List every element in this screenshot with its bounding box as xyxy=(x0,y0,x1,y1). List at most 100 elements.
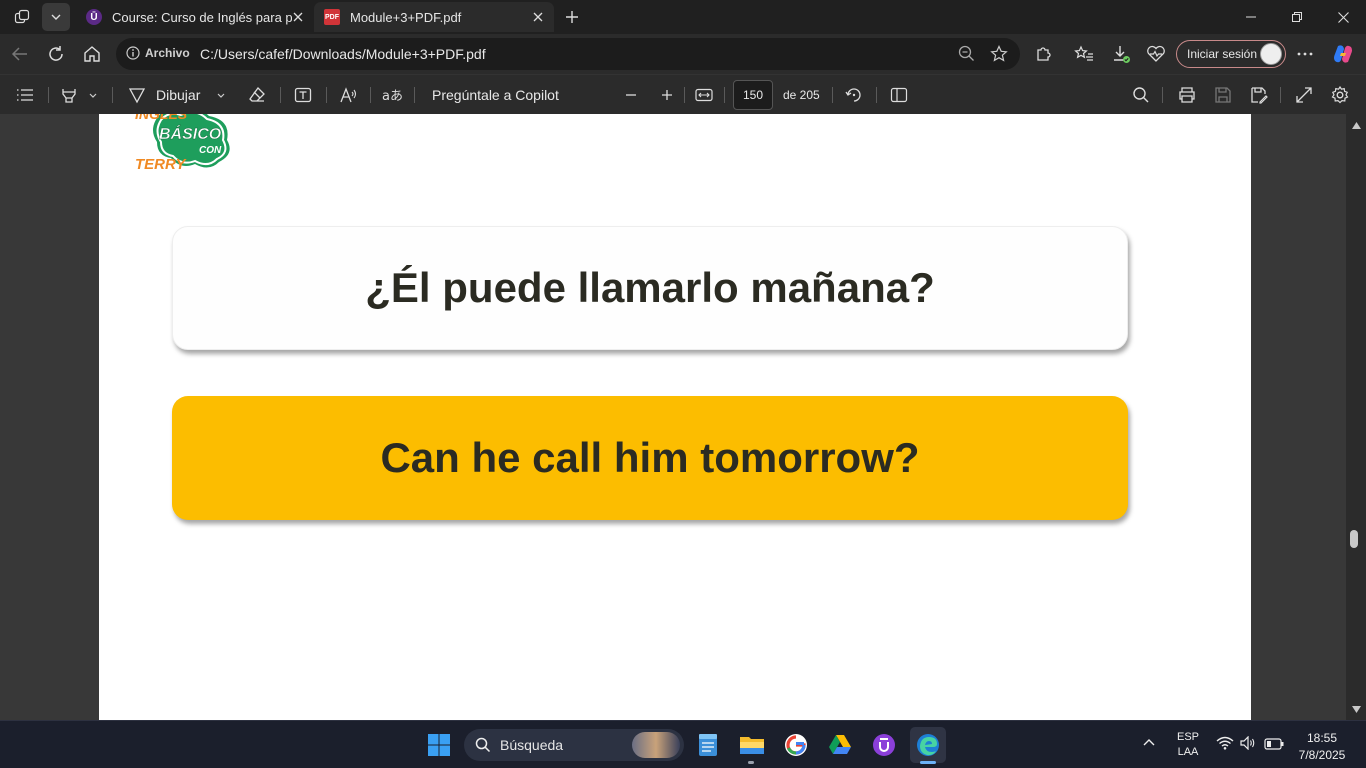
favorites-list-icon[interactable] xyxy=(1069,39,1099,69)
restore-icon[interactable] xyxy=(1274,0,1320,34)
home-icon[interactable] xyxy=(77,39,107,69)
logo-text: CON xyxy=(199,145,222,156)
scroll-down-icon[interactable] xyxy=(1352,706,1361,713)
toolbar-separator xyxy=(48,87,49,103)
page-view-icon[interactable] xyxy=(890,84,908,106)
taskbar-search-input[interactable]: Búsqueda xyxy=(464,729,684,761)
logo: INGLES BÁSICO CON TERRY xyxy=(135,114,235,176)
downloads-icon[interactable] xyxy=(1106,39,1136,69)
ask-copilot-label: Pregúntale a Copilot xyxy=(432,87,559,103)
extensions-icon[interactable] xyxy=(1028,39,1058,69)
translate-icon[interactable]: aあ xyxy=(382,84,402,106)
toolbar-separator xyxy=(876,87,877,103)
save-as-icon[interactable] xyxy=(1250,84,1268,106)
search-placeholder: Búsqueda xyxy=(500,737,564,753)
draw-label: Dibujar xyxy=(156,87,201,103)
settings-gear-icon[interactable] xyxy=(1331,84,1349,106)
save-icon[interactable] xyxy=(1214,84,1232,106)
toolbar-separator xyxy=(326,87,327,103)
logo-text: BÁSICO xyxy=(159,126,222,143)
close-tab-icon[interactable] xyxy=(290,9,306,25)
sign-in-button[interactable]: Iniciar sesión xyxy=(1176,40,1286,68)
input-language[interactable]: ESP LAA xyxy=(1172,731,1204,758)
full-screen-icon[interactable] xyxy=(1295,84,1313,106)
search-icon[interactable] xyxy=(1132,84,1150,106)
tab-actions-chevron-icon[interactable] xyxy=(42,3,70,31)
file-scheme-label: Archivo xyxy=(145,46,190,60)
pdf-file-icon: PDF xyxy=(324,9,340,25)
new-tab-icon[interactable] xyxy=(558,3,586,31)
scroll-up-icon[interactable] xyxy=(1352,122,1361,129)
contents-icon[interactable] xyxy=(16,84,34,106)
address-bar[interactable]: Archivo C:/Users/cafef/Downloads/Module+… xyxy=(116,38,1020,70)
url-text[interactable]: C:/Users/cafef/Downloads/Module+3+PDF.pd… xyxy=(200,46,486,62)
refresh-icon[interactable] xyxy=(41,39,71,69)
google-drive-icon[interactable] xyxy=(822,727,858,763)
clock[interactable]: 18:55 7/8/2025 xyxy=(1290,731,1354,762)
site-info[interactable]: Archivo xyxy=(126,46,190,60)
rotate-icon[interactable] xyxy=(845,84,863,106)
tab-pdf[interactable]: PDF Module+3+PDF.pdf xyxy=(314,2,554,32)
udemy-app-icon[interactable] xyxy=(866,727,902,763)
page-number-input[interactable]: 150 xyxy=(733,80,773,110)
draw-chevron-down-icon[interactable] xyxy=(216,84,226,106)
toolbar-separator xyxy=(414,87,415,103)
read-aloud-icon[interactable] xyxy=(340,84,358,106)
toolbar-separator xyxy=(1162,87,1163,103)
eraser-icon[interactable] xyxy=(248,84,266,106)
print-icon[interactable] xyxy=(1178,84,1196,106)
workspaces-icon[interactable] xyxy=(8,3,36,31)
close-tab-icon[interactable] xyxy=(530,9,546,25)
active-app-indicator xyxy=(920,761,936,764)
avatar xyxy=(1260,43,1282,65)
vertical-scrollbar[interactable] xyxy=(1346,114,1366,720)
file-explorer-icon[interactable] xyxy=(734,727,770,763)
draw-button[interactable]: Dibujar xyxy=(128,84,200,106)
ask-copilot-button[interactable]: Pregúntale a Copilot xyxy=(432,84,559,106)
more-options-icon[interactable] xyxy=(1290,39,1320,69)
wifi-icon[interactable] xyxy=(1216,736,1234,750)
add-text-icon[interactable] xyxy=(294,84,312,106)
tab-title: Module+3+PDF.pdf xyxy=(350,9,462,25)
google-chrome-icon[interactable] xyxy=(778,727,814,763)
answer-card: Can he call him tomorrow? xyxy=(172,396,1128,520)
close-window-icon[interactable] xyxy=(1320,0,1366,34)
notepad-icon[interactable] xyxy=(690,727,726,763)
pdf-viewer[interactable]: INGLES BÁSICO CON TERRY ¿Él puede llamar… xyxy=(0,114,1366,720)
search-highlight-image xyxy=(632,732,680,758)
language-code: ESP xyxy=(1176,731,1199,743)
highlight-icon[interactable] xyxy=(60,84,78,106)
favorite-star-icon[interactable] xyxy=(990,45,1008,63)
volume-icon[interactable] xyxy=(1240,736,1256,750)
zoom-in-icon[interactable] xyxy=(660,84,674,106)
toolbar-separator xyxy=(684,87,685,103)
running-indicator xyxy=(748,761,754,764)
tab-course[interactable]: Ū Course: Curso de Inglés para principia… xyxy=(76,2,314,32)
toolbar-separator xyxy=(832,87,833,103)
logo-text: TERRY xyxy=(135,156,186,173)
toolbar-separator xyxy=(370,87,371,103)
start-windows-icon[interactable] xyxy=(421,727,457,763)
zoom-icon[interactable] xyxy=(958,45,975,62)
keyboard-layout: LAA xyxy=(1177,746,1199,758)
browser-essentials-icon[interactable] xyxy=(1141,39,1171,69)
back-arrow-icon[interactable] xyxy=(5,39,35,69)
minimize-icon[interactable] xyxy=(1228,0,1274,34)
battery-icon[interactable] xyxy=(1264,738,1284,750)
pdf-toolbar: Dibujar aあ Pregúntale a Copilot 150 de 2… xyxy=(0,74,1366,114)
logo-text: INGLES xyxy=(135,114,188,122)
fit-to-width-icon[interactable] xyxy=(695,84,713,106)
toolbar-separator xyxy=(724,87,725,103)
svg-text:aあ: aあ xyxy=(382,89,402,103)
scrollbar-thumb[interactable] xyxy=(1350,530,1358,548)
navigation-bar: Archivo C:/Users/cafef/Downloads/Module+… xyxy=(0,34,1366,74)
copilot-icon[interactable] xyxy=(1328,39,1358,69)
zoom-out-icon[interactable] xyxy=(624,84,638,106)
highlight-chevron-down-icon[interactable] xyxy=(88,84,98,106)
tab-title: Course: Curso de Inglés para principiant… xyxy=(112,9,292,25)
microsoft-edge-icon[interactable] xyxy=(910,727,946,763)
date-text: 7/8/2025 xyxy=(1298,748,1346,762)
show-hidden-icons-chevron-icon[interactable] xyxy=(1142,737,1156,747)
toolbar-separator xyxy=(280,87,281,103)
question-text: ¿Él puede llamarlo mañana? xyxy=(365,264,935,311)
